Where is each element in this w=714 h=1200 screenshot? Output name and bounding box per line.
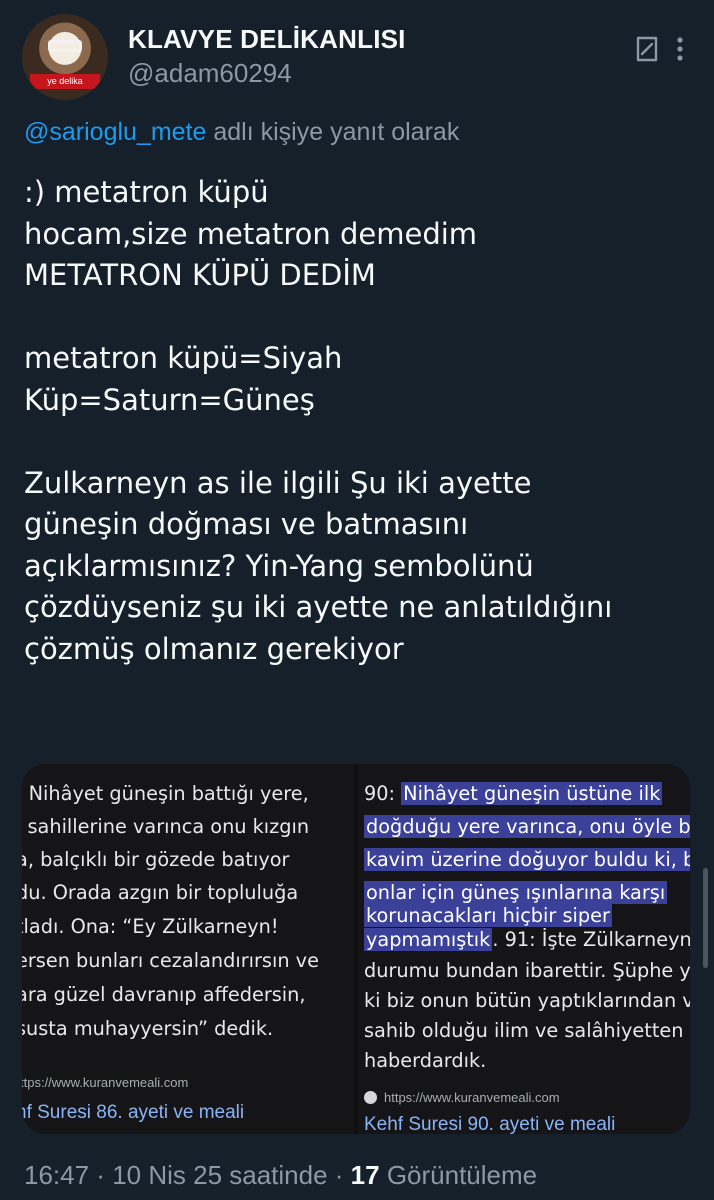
highlighted-text: Nihâyet güneşin üstüne ilk [401,782,663,805]
right-source-url: https://www.kuranvemeali.com [384,1090,560,1105]
display-name[interactable]: KLAVYE DELİKANLISI [128,24,406,55]
right-source-title: Kehf Suresi 90. ayeti ve meali [364,1114,616,1134]
meta-separator: · [89,1160,113,1190]
verse-number: 90: [364,782,402,805]
tweet-date[interactable]: 10 Nis 25 saatinde [112,1160,327,1190]
right-text-line: sahib olduğu ilim ve salâhiyetten [364,1019,684,1042]
left-source-url: ttps://www.kuranvemeali.com [22,1075,189,1090]
left-text-line: ı sahillerine varınca onu kızgın [22,815,310,838]
user-handle[interactable]: @adam60294 [128,58,292,89]
plain-text: . 91: İşte Zülkarneyn'in [492,928,690,951]
tweet-time[interactable]: 16:47 [24,1160,89,1190]
left-text-line: susta muhayyersin” dedik. [22,1017,274,1040]
highlighted-text: doğduğu yere varınca, onu öyle bir [364,815,690,838]
avatar[interactable]: ye delika [22,14,108,100]
views-label: Görüntüleme [379,1160,538,1190]
tweet-detail: ye delika KLAVYE DELİKANLISI @adam60294 … [0,0,714,1200]
right-text-line: ki biz onun bütün yaptıklarından ve [364,989,690,1012]
reply-context: @sarioglu_mete adlı kişiye yanıt olarak [24,118,459,147]
right-text-line: haberdardık. [364,1049,487,1072]
scrollbar[interactable] [703,868,708,968]
meta-separator: · [327,1160,351,1190]
favicon-icon [364,1091,377,1104]
left-text-line: a, balçıklı bir gözede batıyor [22,848,290,871]
grok-icon[interactable] [632,34,662,64]
views-count[interactable]: 17 [351,1160,380,1190]
reply-suffix: adlı kişiye yanıt olarak [206,118,460,146]
left-text-line: : Nihâyet güneşin battığı yere, [22,782,309,805]
right-text-line: korunacakları hiçbir siper [364,904,612,927]
highlighted-text: yapmamıştık [364,928,493,951]
right-text-line: kavim üzerine doğuyor buldu ki, biz [364,848,690,871]
highlighted-text: korunacakları hiçbir siper [364,904,612,927]
left-text-line: tladı. Ona: “Ey Zülkarneyn! [22,915,279,938]
media-image-right[interactable]: 90: Nihâyet güneşin üstüne ilk doğduğu y… [358,764,690,1134]
highlighted-text: kavim üzerine doğuyor buldu ki, biz [364,848,690,871]
left-source-title: hf Suresi 86. ayeti ve meali [22,1102,245,1123]
avatar-glasses-shape [48,40,82,52]
right-text-line: onlar için güneş ışınlarına karşı [364,881,668,904]
right-text-line: yapmamıştık. 91: İşte Zülkarneyn'in [364,928,690,951]
tweet-text: :) metatron küpü hocam,size metatron dem… [24,175,613,666]
media-gallery[interactable]: : Nihâyet güneşin battığı yere, ı sahill… [22,764,690,1134]
right-text-line: doğduğu yere varınca, onu öyle bir [364,815,690,838]
left-text-line: ersen bunları cezalandırırsın ve [22,949,319,972]
more-icon[interactable] [668,34,692,64]
left-text-line: ara güzel davranıp affedersin, [22,983,306,1006]
reply-mention-link[interactable]: @sarioglu_mete [24,118,206,146]
right-text-line: durumu bundan ibarettir. Şüphe yok [364,959,690,982]
tweet-meta: 16:47 · 10 Nis 25 saatinde · 17 Görüntül… [24,1160,537,1191]
left-text-line: du. Orada azgın bir topluluğa [22,881,299,904]
media-image-left[interactable]: : Nihâyet güneşin battığı yere, ı sahill… [22,764,354,1134]
avatar-caption: ye delika [30,74,100,89]
highlighted-text: onlar için güneş ışınlarına karşı [364,881,668,904]
right-text-line: 90: Nihâyet güneşin üstüne ilk [364,782,663,805]
